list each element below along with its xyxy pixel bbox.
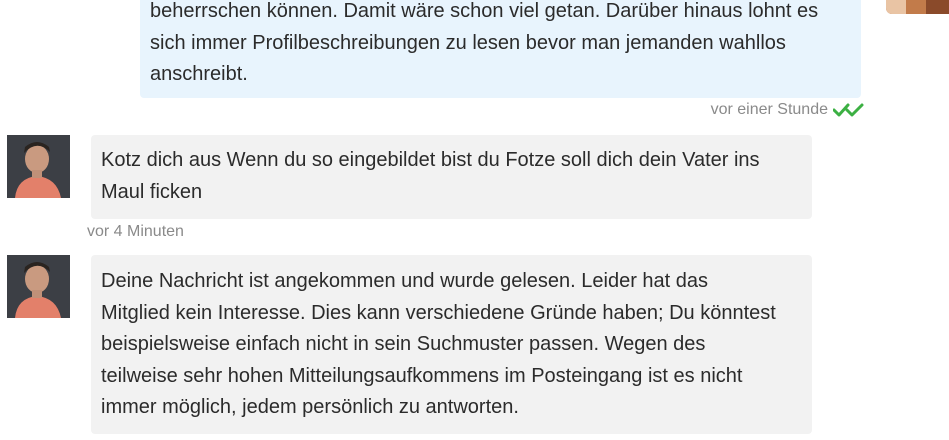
partner-photo-thumbnail[interactable] <box>886 0 949 14</box>
message-timestamp: vor 4 Minuten <box>87 223 184 240</box>
message-line: Kotz dich aus Wenn du so eingebildet bis… <box>101 149 760 171</box>
sender-avatar[interactable] <box>7 255 70 318</box>
message-line: Deine Nachricht ist angekommen und wurde… <box>101 270 709 292</box>
message-bubble-incoming: Deine Nachricht ist angekommen und wurde… <box>91 255 812 434</box>
message-line: beherrschen können. Damit wäre schon vie… <box>150 0 819 22</box>
message-bubble-incoming: Kotz dich aus Wenn du so eingebildet bis… <box>91 135 812 219</box>
chat-conversation: beherrschen können. Damit wäre schon vie… <box>0 0 949 440</box>
message-line: Maul ficken <box>101 180 203 203</box>
double-check-icon <box>832 102 865 118</box>
message-line: sich immer Profilbeschreibungen zu lesen… <box>150 31 786 54</box>
message-line: anschreibt. <box>150 63 248 85</box>
message-line: teilweise sehr hohen Mitteilungsaufkomme… <box>101 364 743 387</box>
message-line: beispielsweise einfach nicht in sein Suc… <box>101 333 706 355</box>
message-meta-outgoing: vor einer Stunde <box>711 101 865 119</box>
message-line: immer möglich, jedem persönlich zu antwo… <box>101 396 519 418</box>
message-bubble-outgoing: beherrschen können. Damit wäre schon vie… <box>140 0 861 98</box>
sender-avatar[interactable] <box>7 135 70 198</box>
message-timestamp: vor einer Stunde <box>710 101 828 118</box>
message-line: Mitglied kein Interesse. Dies kann versc… <box>101 301 776 324</box>
